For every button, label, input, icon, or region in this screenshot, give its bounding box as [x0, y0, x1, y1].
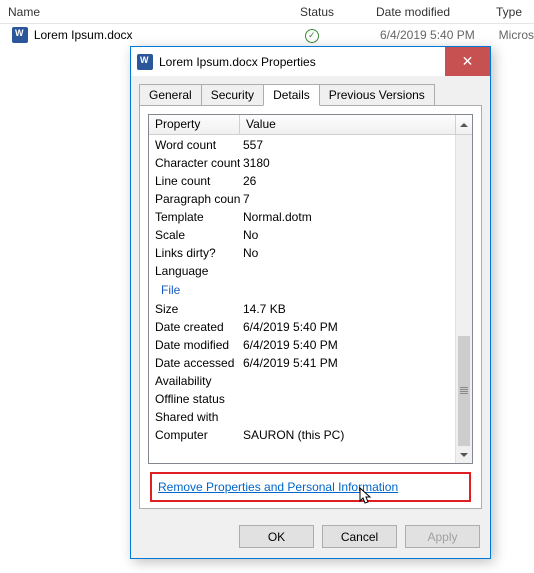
property-row[interactable]: Size14.7 KB	[149, 300, 455, 318]
prop-value: 6/4/2019 5:41 PM	[240, 356, 455, 370]
tab-general[interactable]: General	[139, 84, 202, 106]
prop-name: Offline status	[149, 392, 240, 406]
apply-button[interactable]: Apply	[405, 525, 480, 548]
property-row[interactable]: Language	[149, 262, 455, 280]
word-file-icon	[137, 54, 153, 70]
property-row[interactable]: Date created6/4/2019 5:40 PM	[149, 318, 455, 336]
grid-header: Property Value	[149, 115, 472, 135]
prop-name: Language	[149, 264, 240, 278]
prop-name: Template	[149, 210, 240, 224]
file-name: Lorem Ipsum.docx	[34, 28, 305, 42]
prop-value: 557	[240, 138, 455, 152]
file-status	[305, 27, 380, 43]
prop-value: No	[240, 228, 455, 242]
synced-check-icon	[305, 29, 319, 43]
prop-name: Size	[149, 302, 240, 316]
cancel-button[interactable]: Cancel	[322, 525, 397, 548]
prop-name: Date accessed	[149, 356, 240, 370]
explorer-columns: Name Status Date modified Type	[0, 0, 534, 24]
col-date[interactable]: Date modified	[368, 1, 488, 23]
property-row[interactable]: Paragraph count7	[149, 190, 455, 208]
prop-name: Date modified	[149, 338, 240, 352]
properties-dialog: Lorem Ipsum.docx Properties ✕ General Se…	[130, 46, 491, 559]
vertical-scrollbar[interactable]	[455, 135, 472, 463]
scrollbar-thumb[interactable]	[458, 336, 470, 446]
prop-name: Links dirty?	[149, 246, 240, 260]
titlebar[interactable]: Lorem Ipsum.docx Properties ✕	[131, 47, 490, 76]
dialog-buttons: OK Cancel Apply	[131, 517, 490, 558]
chevron-down-icon	[460, 453, 468, 457]
scroll-up-button[interactable]	[455, 115, 472, 134]
header-value[interactable]: Value	[240, 115, 455, 134]
col-status[interactable]: Status	[292, 1, 368, 23]
prop-value: Normal.dotm	[240, 210, 455, 224]
file-type: Micros	[499, 28, 534, 42]
prop-name: Word count	[149, 138, 240, 152]
property-row[interactable]: Character count3180	[149, 154, 455, 172]
prop-name: Shared with	[149, 410, 240, 424]
col-type[interactable]: Type	[488, 1, 534, 23]
prop-name: Computer	[149, 428, 240, 442]
prop-value: 6/4/2019 5:40 PM	[240, 320, 455, 334]
property-row[interactable]: Word count557	[149, 136, 455, 154]
property-row[interactable]: Line count26	[149, 172, 455, 190]
section-file: File	[149, 280, 455, 300]
prop-value: SAURON (this PC)	[240, 428, 455, 442]
prop-name: Availability	[149, 374, 240, 388]
ok-button[interactable]: OK	[239, 525, 314, 548]
tab-security[interactable]: Security	[201, 84, 264, 106]
property-row[interactable]: Availability	[149, 372, 455, 390]
tab-previous-versions[interactable]: Previous Versions	[319, 84, 435, 106]
prop-value: 7	[240, 192, 455, 206]
property-row[interactable]: ScaleNo	[149, 226, 455, 244]
grid-rows[interactable]: Word count557 Character count3180 Line c…	[149, 135, 455, 463]
details-panel: Property Value Word count557 Character c…	[139, 106, 482, 509]
tab-details[interactable]: Details	[263, 84, 320, 106]
property-grid: Property Value Word count557 Character c…	[148, 114, 473, 464]
word-file-icon	[12, 27, 28, 43]
property-row[interactable]: ComputerSAURON (this PC)	[149, 426, 455, 444]
prop-name: Scale	[149, 228, 240, 242]
remove-link-highlight: Remove Properties and Personal Informati…	[150, 472, 471, 502]
chevron-up-icon	[460, 123, 468, 127]
remove-properties-link[interactable]: Remove Properties and Personal Informati…	[158, 480, 398, 494]
property-row[interactable]: Date accessed6/4/2019 5:41 PM	[149, 354, 455, 372]
file-row[interactable]: Lorem Ipsum.docx 6/4/2019 5:40 PM Micros	[0, 24, 534, 46]
property-row[interactable]: TemplateNormal.dotm	[149, 208, 455, 226]
prop-value: 3180	[240, 156, 455, 170]
col-name[interactable]: Name	[0, 1, 292, 23]
tabstrip: General Security Details Previous Versio…	[131, 76, 490, 106]
prop-name: Character count	[149, 156, 240, 170]
close-button[interactable]: ✕	[445, 47, 490, 76]
header-property[interactable]: Property	[149, 115, 240, 134]
grip-icon	[460, 387, 468, 395]
prop-name: Date created	[149, 320, 240, 334]
prop-name: Line count	[149, 174, 240, 188]
scroll-down-button[interactable]	[456, 446, 472, 463]
file-date: 6/4/2019 5:40 PM	[380, 28, 499, 42]
prop-value: 6/4/2019 5:40 PM	[240, 338, 455, 352]
property-row[interactable]: Date modified6/4/2019 5:40 PM	[149, 336, 455, 354]
property-row[interactable]: Shared with	[149, 408, 455, 426]
prop-value: 14.7 KB	[240, 302, 455, 316]
property-row[interactable]: Links dirty?No	[149, 244, 455, 262]
prop-value: 26	[240, 174, 455, 188]
property-row[interactable]: Offline status	[149, 390, 455, 408]
dialog-title: Lorem Ipsum.docx Properties	[159, 55, 445, 69]
prop-value: No	[240, 246, 455, 260]
prop-name: Paragraph count	[149, 192, 240, 206]
